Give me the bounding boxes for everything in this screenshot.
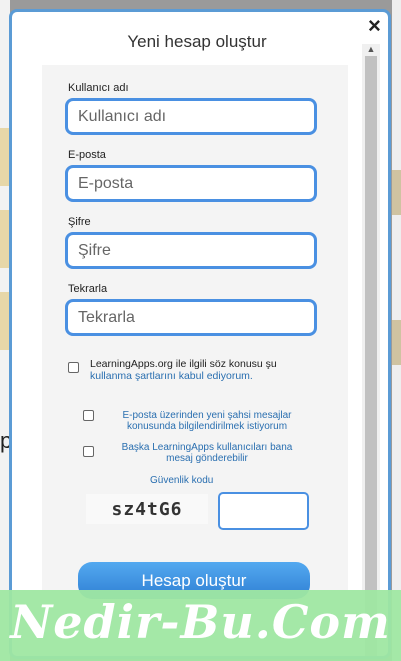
terms-tail: . [249,370,253,382]
background-strip [392,170,401,215]
captcha-input[interactable] [218,492,309,530]
scrollbar[interactable]: ▲ [362,44,380,656]
email-field[interactable] [65,165,317,202]
terms-checkbox[interactable] [68,362,79,373]
allow-messages-checkbox[interactable] [83,446,94,457]
terms-text: LearningApps.org ile ilgili söz konusu ş… [90,358,320,382]
password-repeat-label: Tekrarla [68,283,108,295]
close-icon[interactable]: × [368,15,381,37]
terms-label: LearningApps.org ile ilgili söz konusu ş… [90,358,277,370]
modal-title: Yeni hesap oluştur [127,32,267,51]
scroll-up-arrow-icon[interactable]: ▲ [362,44,380,56]
terms-link[interactable]: kullanma şartlarını kabul ediyorum [90,370,250,382]
captcha-text: sz4tG6 [111,498,183,520]
background-strip [392,320,401,365]
scroll-thumb[interactable] [365,56,377,656]
password-field[interactable] [65,232,317,269]
password-label: Şifre [68,216,91,228]
password-repeat-field[interactable] [65,299,317,336]
signup-form: Kullanıcı adı E-posta Şifre Tekrarla Lea… [42,65,348,656]
captcha-image: sz4tG6 [86,494,208,524]
email-label: E-posta [68,149,106,161]
watermark-text: Nedir-Bu.Com [10,595,391,649]
username-label: Kullanıcı adı [68,82,129,94]
security-code-label: Güvenlik kodu [150,475,214,486]
username-field[interactable] [65,98,317,135]
email-notify-checkbox[interactable] [83,410,94,421]
email-notify-label: E-posta üzerinden yeni şahsi mesajlar ko… [122,410,292,432]
signup-modal: Yeni hesap oluştur ▲ Kullanıcı adı E-pos… [9,9,391,659]
allow-messages-label: Başka LearningApps kullanıcıları bana me… [121,442,293,464]
